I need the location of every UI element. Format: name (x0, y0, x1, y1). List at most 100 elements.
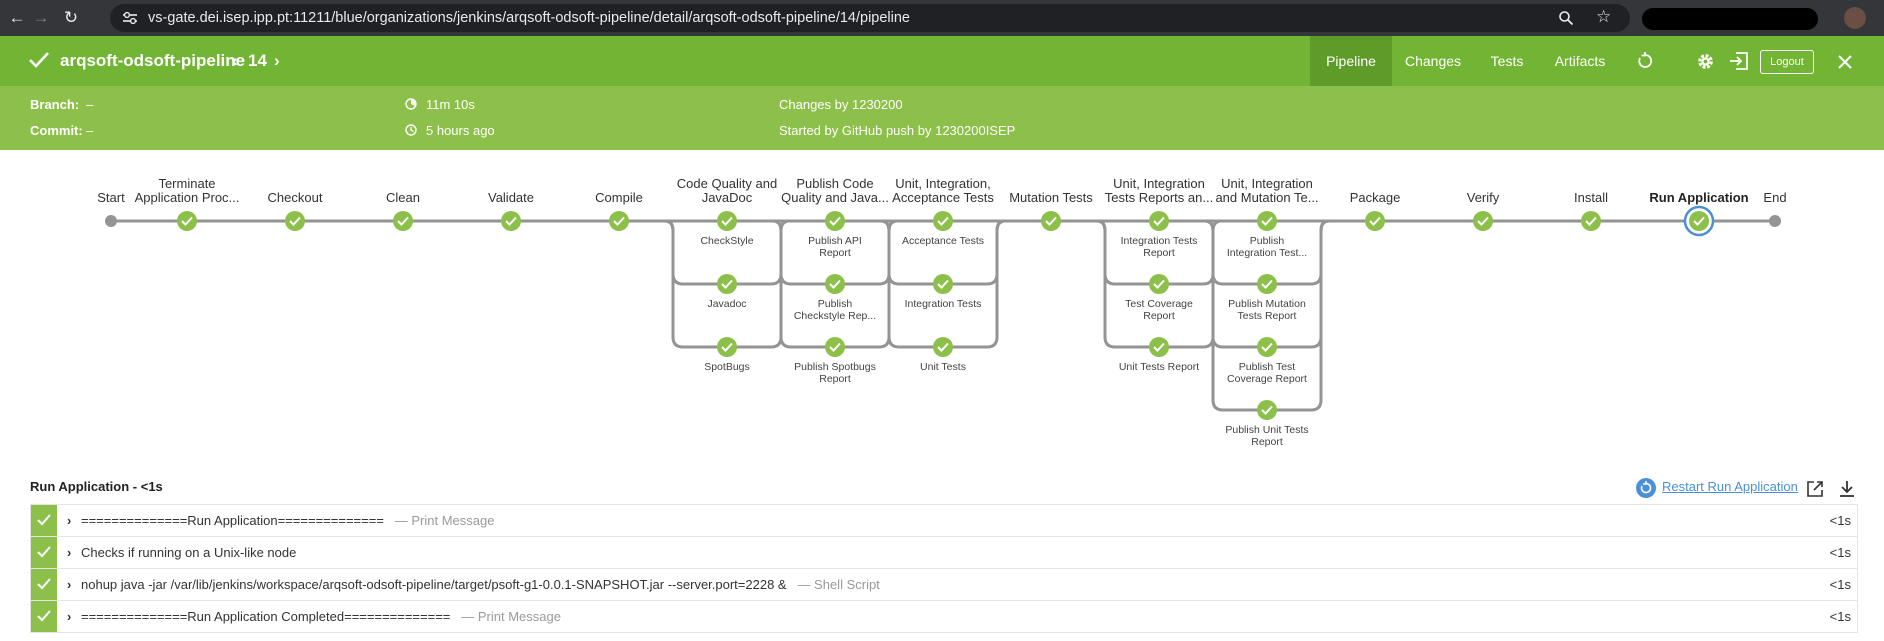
stage-node[interactable] (1473, 211, 1493, 231)
branch-label[interactable]: Unit Tests (920, 361, 966, 373)
stage-node[interactable] (1149, 211, 1169, 231)
branch-label[interactable]: Publish Spotbugs (794, 361, 876, 373)
branch-node[interactable] (825, 337, 845, 357)
expand-chevron-icon[interactable]: › (67, 505, 71, 536)
branch-label[interactable]: Integration Tests (1121, 235, 1198, 247)
branch-label[interactable]: Publish Unit Tests (1225, 424, 1308, 436)
rerun-icon[interactable] (1636, 52, 1654, 70)
site-settings-icon[interactable] (122, 11, 138, 25)
branch-node[interactable] (717, 337, 737, 357)
pipeline-name[interactable]: arqsoft-odsoft-pipeline (60, 36, 245, 86)
branch-node[interactable] (1149, 274, 1169, 294)
branch-label[interactable]: Report (1251, 436, 1283, 448)
branch-label[interactable]: Publish (818, 298, 853, 310)
gear-icon[interactable] (1696, 52, 1715, 71)
branch-node[interactable] (933, 337, 953, 357)
branch-label[interactable]: Publish Test (1239, 361, 1296, 373)
stage-node[interactable] (285, 211, 305, 231)
branch-label[interactable]: Report (819, 373, 851, 385)
branch-label[interactable]: Javadoc (707, 298, 746, 310)
stage-title[interactable]: Checkout (268, 190, 323, 205)
stage-title[interactable]: Compile (595, 190, 643, 205)
close-icon[interactable] (1838, 55, 1852, 69)
stage-title[interactable]: Mutation Tests (1009, 190, 1093, 205)
stage-node[interactable] (1257, 211, 1277, 231)
branch-label[interactable]: Coverage Report (1227, 373, 1307, 385)
branch-label[interactable]: Publish API (808, 235, 862, 247)
stage-node[interactable] (393, 211, 413, 231)
stage-title[interactable]: Run Application (1649, 190, 1748, 205)
tab-changes[interactable]: Changes (1396, 36, 1470, 86)
stage-title[interactable]: Clean (386, 190, 420, 205)
stage-title[interactable]: Acceptance Tests (892, 190, 994, 205)
stage-title[interactable]: Package (1350, 190, 1401, 205)
branch-node[interactable] (933, 274, 953, 294)
logout-button[interactable]: Logout (1760, 50, 1814, 74)
branch-label[interactable]: Test Coverage (1125, 298, 1193, 310)
stage-title[interactable]: and Mutation Te... (1215, 190, 1318, 205)
stage-node[interactable] (717, 211, 737, 231)
branch-node[interactable] (1257, 400, 1277, 420)
forward-icon[interactable]: → (30, 7, 52, 29)
tab-artifacts[interactable]: Artifacts (1544, 36, 1616, 86)
stage-title[interactable]: Unit, Integration (1113, 176, 1205, 191)
expand-chevron-icon[interactable]: › (67, 569, 71, 600)
branch-label[interactable]: Integration Test... (1227, 247, 1307, 259)
next-run-icon[interactable]: › (274, 36, 280, 86)
stage-node[interactable] (1365, 211, 1385, 231)
branch-label[interactable]: Checkstyle Rep... (794, 310, 876, 322)
expand-chevron-icon[interactable]: › (67, 537, 71, 568)
zoom-icon[interactable] (1558, 10, 1574, 26)
branch-label[interactable]: Report (1143, 310, 1175, 322)
stage-node[interactable] (1041, 211, 1061, 231)
restart-stage-label[interactable]: Restart Run Application (1662, 479, 1798, 494)
branch-label[interactable]: Report (819, 247, 851, 259)
stage-title[interactable]: Application Proc... (135, 190, 240, 205)
stage-title[interactable]: Validate (488, 190, 534, 205)
stage-title[interactable]: Install (1574, 190, 1608, 205)
step-row[interactable]: › Checks if running on a Unix-like node … (30, 537, 1858, 569)
reload-icon[interactable]: ↻ (60, 7, 82, 29)
open-classic-icon[interactable] (1729, 52, 1748, 70)
stage-node[interactable] (1689, 211, 1709, 231)
stage-title[interactable]: Tests Reports an... (1105, 190, 1213, 205)
stage-node[interactable] (933, 211, 953, 231)
stage-node[interactable] (177, 211, 197, 231)
step-row[interactable]: › nohup java -jar /var/lib/jenkins/works… (30, 569, 1858, 601)
stage-node[interactable] (609, 211, 629, 231)
stage-title[interactable]: Terminate (158, 176, 215, 191)
branch-label[interactable]: Publish Mutation (1228, 298, 1306, 310)
stage-node[interactable] (1581, 211, 1601, 231)
bookmark-star-icon[interactable]: ☆ (1596, 7, 1611, 27)
tab-pipeline[interactable]: Pipeline (1310, 36, 1392, 86)
branch-label[interactable]: Acceptance Tests (902, 235, 984, 247)
stage-title[interactable]: JavaDoc (702, 190, 753, 205)
branch-label[interactable]: Publish (1250, 235, 1285, 247)
branch-label[interactable]: Tests Report (1238, 310, 1297, 322)
step-row[interactable]: › ==============Run Application=========… (30, 504, 1858, 537)
stage-title[interactable]: Unit, Integration (1221, 176, 1313, 191)
expand-chevron-icon[interactable]: › (67, 601, 71, 632)
stage-title[interactable]: Verify (1467, 190, 1500, 205)
branch-node[interactable] (1149, 337, 1169, 357)
branch-label[interactable]: Integration Tests (905, 298, 982, 310)
previous-run-icon[interactable]: ‹ (232, 36, 238, 86)
stage-title[interactable]: Code Quality and (677, 176, 777, 191)
stage-node[interactable] (825, 211, 845, 231)
branch-label[interactable]: Unit Tests Report (1119, 361, 1199, 373)
stage-title[interactable]: Publish Code (796, 176, 873, 191)
stage-node[interactable] (501, 211, 521, 231)
step-row[interactable]: › ==============Run Application Complete… (30, 601, 1858, 633)
address-bar[interactable]: vs-gate.dei.isep.ipp.pt:11211/blue/organ… (110, 4, 1630, 32)
branch-label[interactable]: CheckStyle (700, 235, 753, 247)
branch-node[interactable] (1257, 337, 1277, 357)
stage-title[interactable]: Unit, Integration, (895, 176, 990, 191)
branch-label[interactable]: SpotBugs (704, 361, 750, 373)
branch-label[interactable]: Report (1143, 247, 1175, 259)
branch-node[interactable] (825, 274, 845, 294)
branch-node[interactable] (717, 274, 737, 294)
stage-title[interactable]: Quality and Java... (781, 190, 889, 205)
open-log-external-icon[interactable] (1806, 480, 1824, 498)
tab-tests[interactable]: Tests (1472, 36, 1542, 86)
download-log-icon[interactable] (1838, 480, 1856, 498)
